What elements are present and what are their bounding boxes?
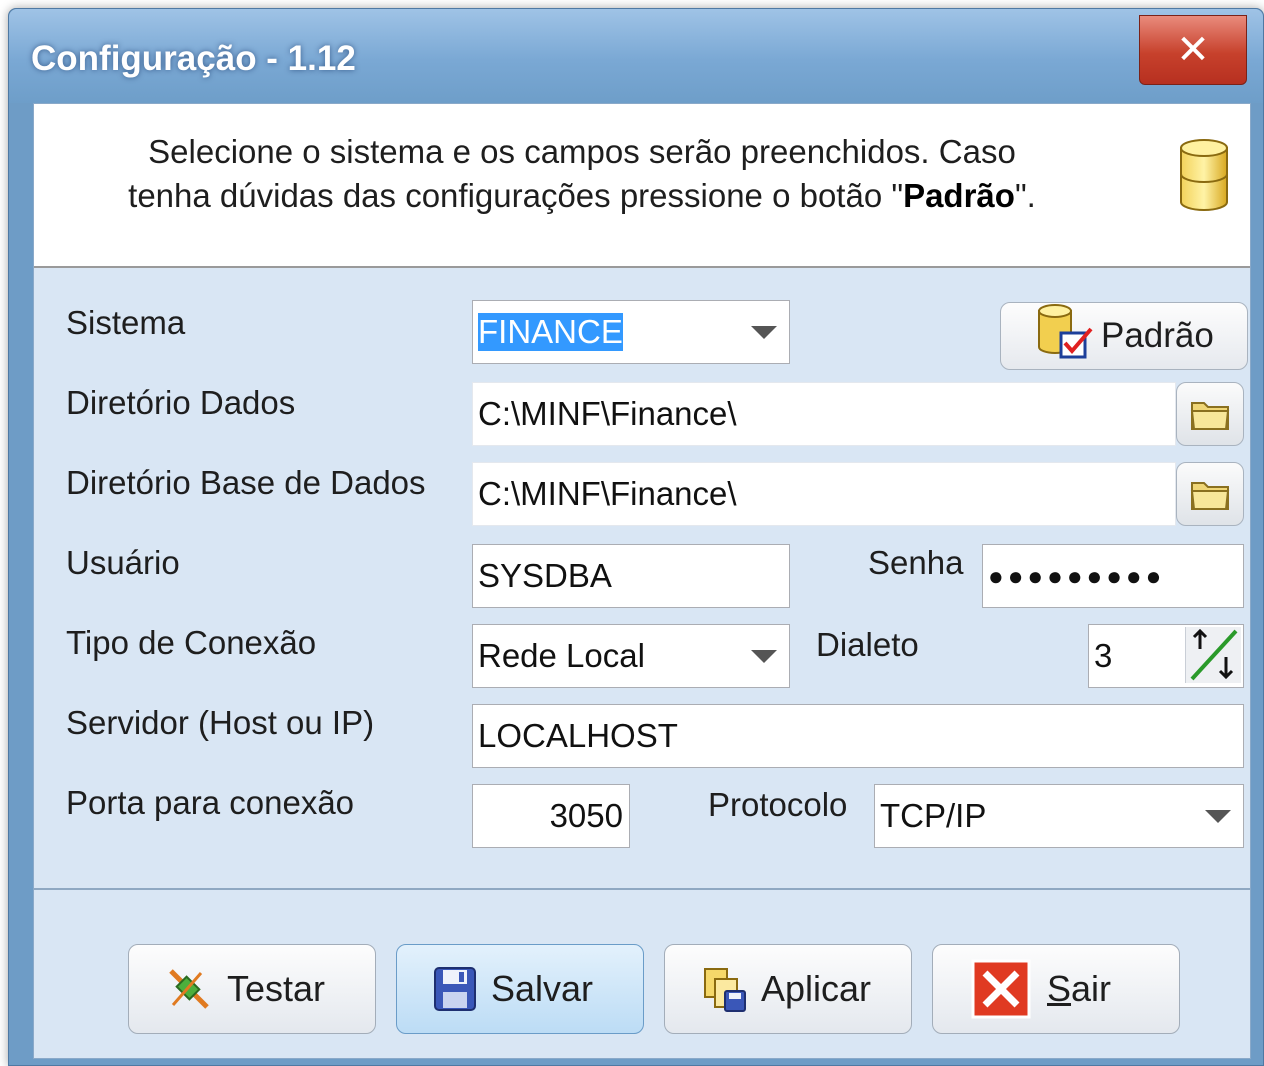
usuario-value: SYSDBA	[478, 557, 612, 594]
folder-icon	[1190, 482, 1230, 510]
sistema-select[interactable]: FINANCE	[472, 300, 790, 364]
aplicar-button-label: Aplicar	[761, 968, 872, 1009]
diretorio-base-value: C:\MINF\Finance\	[478, 475, 737, 512]
instructions-text: Selecione o sistema e os campos serão pr…	[52, 130, 1112, 218]
diretorio-dados-value: C:\MINF\Finance\	[478, 395, 737, 432]
folder-icon	[1190, 402, 1230, 430]
usuario-label: Usuário	[66, 544, 180, 581]
servidor-value: LOCALHOST	[478, 717, 678, 754]
tipo-conexao-value: Rede Local	[478, 637, 645, 674]
spin-arrows-icon[interactable]	[1185, 627, 1241, 683]
diretorio-base-input[interactable]: C:\MINF\Finance\	[472, 462, 1176, 526]
tipo-conexao-label: Tipo de Conexão	[66, 624, 317, 661]
salvar-button-label: Salvar	[491, 968, 594, 1009]
padrao-button[interactable]: Padrão	[1000, 302, 1248, 370]
floppy-disk-icon	[433, 966, 477, 1012]
sistema-label: Sistema	[66, 304, 186, 341]
dialeto-spinner[interactable]: 3	[1088, 624, 1244, 688]
instructions-line-2-prefix: tenha dúvidas das configurações pression…	[128, 177, 904, 214]
configuration-window: Configuração - 1.12 ✕ Selecione o sistem…	[8, 8, 1264, 1066]
protocolo-value: TCP/IP	[880, 797, 987, 834]
diretorio-dados-input[interactable]: C:\MINF\Finance\	[472, 382, 1176, 446]
close-button[interactable]: ✕	[1139, 15, 1247, 85]
red-x-icon	[969, 957, 1033, 1021]
senha-value: ●●●●●●●●●	[988, 560, 1166, 591]
sistema-value: FINANCE	[478, 313, 623, 351]
footer-divider	[34, 888, 1250, 890]
servidor-label: Servidor (Host ou IP)	[66, 704, 375, 741]
tipo-conexao-select[interactable]: Rede Local	[472, 624, 790, 688]
dialeto-label: Dialeto	[816, 626, 919, 663]
dialeto-value: 3	[1094, 637, 1113, 674]
protocolo-label: Protocolo	[708, 786, 848, 823]
database-icon	[1180, 139, 1228, 211]
chevron-down-icon	[751, 326, 777, 339]
title-bar[interactable]: Configuração - 1.12 ✕	[9, 9, 1263, 103]
padrao-button-label: Padrão	[1101, 316, 1214, 355]
sair-rest: air	[1071, 968, 1112, 1009]
instructions-panel: Selecione o sistema e os campos serão pr…	[34, 104, 1250, 268]
chevron-down-icon	[1205, 810, 1231, 823]
diretorio-dados-label: Diretório Dados	[66, 384, 296, 421]
apply-copy-icon	[701, 965, 747, 1013]
diretorio-dados-browse-button[interactable]	[1176, 382, 1244, 446]
instructions-line-2-bold: Padrão	[903, 177, 1015, 214]
usuario-input[interactable]: SYSDBA	[472, 544, 790, 608]
sair-accelerator: S	[1047, 968, 1072, 1009]
instructions-line-2-suffix: ".	[1014, 177, 1036, 214]
instructions-line-1: Selecione o sistema e os campos serão pr…	[148, 133, 1016, 170]
diretorio-base-browse-button[interactable]	[1176, 462, 1244, 526]
window-title: Configuração - 1.12	[31, 39, 356, 78]
diretorio-base-label: Diretório Base de Dados	[66, 464, 426, 501]
plug-icon	[165, 965, 213, 1013]
salvar-button[interactable]: Salvar	[396, 944, 644, 1034]
sair-button[interactable]: Sair	[932, 944, 1180, 1034]
senha-label: Senha	[868, 544, 964, 581]
porta-value: 3050	[549, 797, 623, 834]
testar-button-label: Testar	[227, 968, 326, 1009]
porta-input[interactable]: 3050	[472, 784, 630, 848]
chevron-down-icon	[751, 650, 777, 663]
senha-input[interactable]: ●●●●●●●●●	[982, 544, 1244, 608]
testar-button[interactable]: Testar	[128, 944, 376, 1034]
servidor-input[interactable]: LOCALHOST	[472, 704, 1244, 768]
dialog-client-area: Selecione o sistema e os campos serão pr…	[33, 103, 1251, 1059]
sair-button-label: Sair	[1047, 968, 1111, 1010]
instructions-line-2: tenha dúvidas das configurações pression…	[52, 174, 1112, 218]
aplicar-button[interactable]: Aplicar	[664, 944, 912, 1034]
protocolo-select[interactable]: TCP/IP	[874, 784, 1244, 848]
porta-label: Porta para conexão	[66, 784, 355, 821]
database-check-icon	[1035, 303, 1093, 370]
